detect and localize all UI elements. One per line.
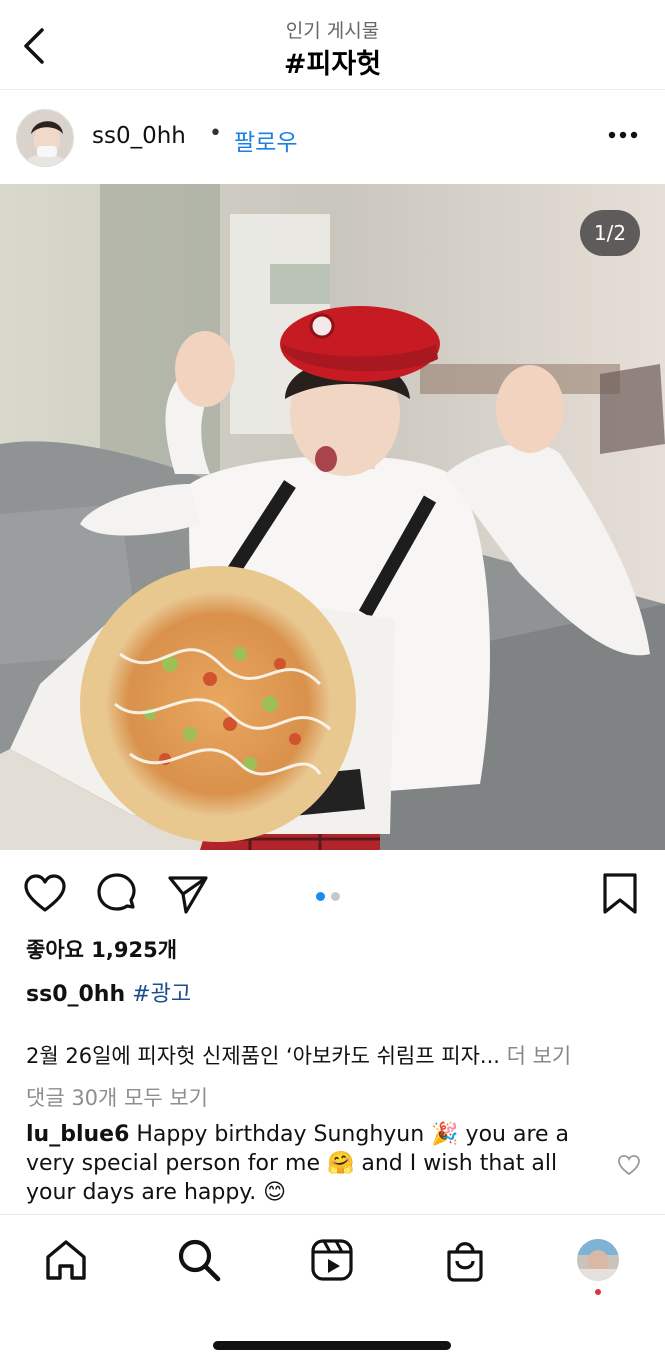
- heart-icon: [618, 1155, 640, 1176]
- comment-icon: [97, 873, 136, 911]
- like-button[interactable]: [23, 872, 67, 916]
- home-icon: [46, 1240, 86, 1280]
- share-button[interactable]: [166, 872, 210, 916]
- page-title: #피자헛: [283, 49, 382, 80]
- more-horizontal-icon: [608, 131, 638, 139]
- bookmark-icon: [603, 873, 637, 914]
- separator-dot: •: [209, 121, 222, 146]
- notification-dot: [595, 1289, 601, 1295]
- post-actions: [0, 850, 665, 936]
- tab-home[interactable]: [43, 1237, 89, 1283]
- caption-body: 2월 26일에 피자헛 신제품인 ‘아보카도 쉬림프 피자...: [26, 1044, 500, 1068]
- view-all-comments-link[interactable]: 댓글 30개 모두 보기: [26, 1082, 208, 1112]
- post-image[interactable]: [0, 184, 665, 850]
- tab-shop[interactable]: [442, 1237, 488, 1283]
- shopping-bag-icon: [447, 1242, 483, 1282]
- tab-reels[interactable]: [309, 1237, 355, 1283]
- profile-avatar: [577, 1239, 619, 1281]
- carousel-dot: [331, 892, 340, 901]
- carousel-dots: [316, 886, 346, 905]
- home-indicator: [213, 1341, 451, 1350]
- caption-header: ss0_0hh #광고: [26, 976, 191, 1008]
- header-subtitle: 인기 게시물: [285, 20, 380, 42]
- carousel-page-indicator: 1/2: [580, 210, 640, 256]
- post-photo-illustration: [0, 184, 665, 850]
- avatar[interactable]: [16, 109, 74, 167]
- caption-text: 2월 26일에 피자헛 신제품인 ‘아보카도 쉬림프 피자... 더 보기: [26, 1040, 571, 1070]
- top-header: 인기 게시물 #피자헛: [0, 0, 665, 90]
- comment-button[interactable]: [95, 872, 139, 916]
- avatar-image: [17, 110, 73, 166]
- bottom-tab-bar: [0, 1214, 665, 1360]
- heart-icon: [24, 874, 66, 912]
- comment-username[interactable]: lu_blue6: [26, 1122, 129, 1147]
- follow-button[interactable]: 팔로우: [234, 123, 297, 157]
- more-options-button[interactable]: [603, 120, 643, 150]
- more-link[interactable]: 더 보기: [507, 1044, 572, 1068]
- caption-username[interactable]: ss0_0hh: [26, 982, 125, 1007]
- post-header: ss0_0hh • 팔로우: [0, 90, 665, 184]
- tab-search[interactable]: [176, 1237, 222, 1283]
- comment-item: lu_blue6 Happy birthday Sunghyun 🎉 you a…: [26, 1120, 606, 1207]
- reels-icon: [311, 1239, 353, 1281]
- tab-profile[interactable]: [577, 1239, 619, 1281]
- post-username[interactable]: ss0_0hh: [92, 123, 186, 149]
- caption-hashtag[interactable]: #광고: [132, 982, 191, 1007]
- save-button[interactable]: [598, 872, 642, 916]
- carousel-dot-active: [316, 892, 325, 901]
- like-count[interactable]: 좋아요 1,925개: [26, 934, 177, 964]
- search-icon: [178, 1239, 221, 1282]
- comment-like-button[interactable]: [617, 1154, 641, 1176]
- send-icon: [168, 876, 208, 914]
